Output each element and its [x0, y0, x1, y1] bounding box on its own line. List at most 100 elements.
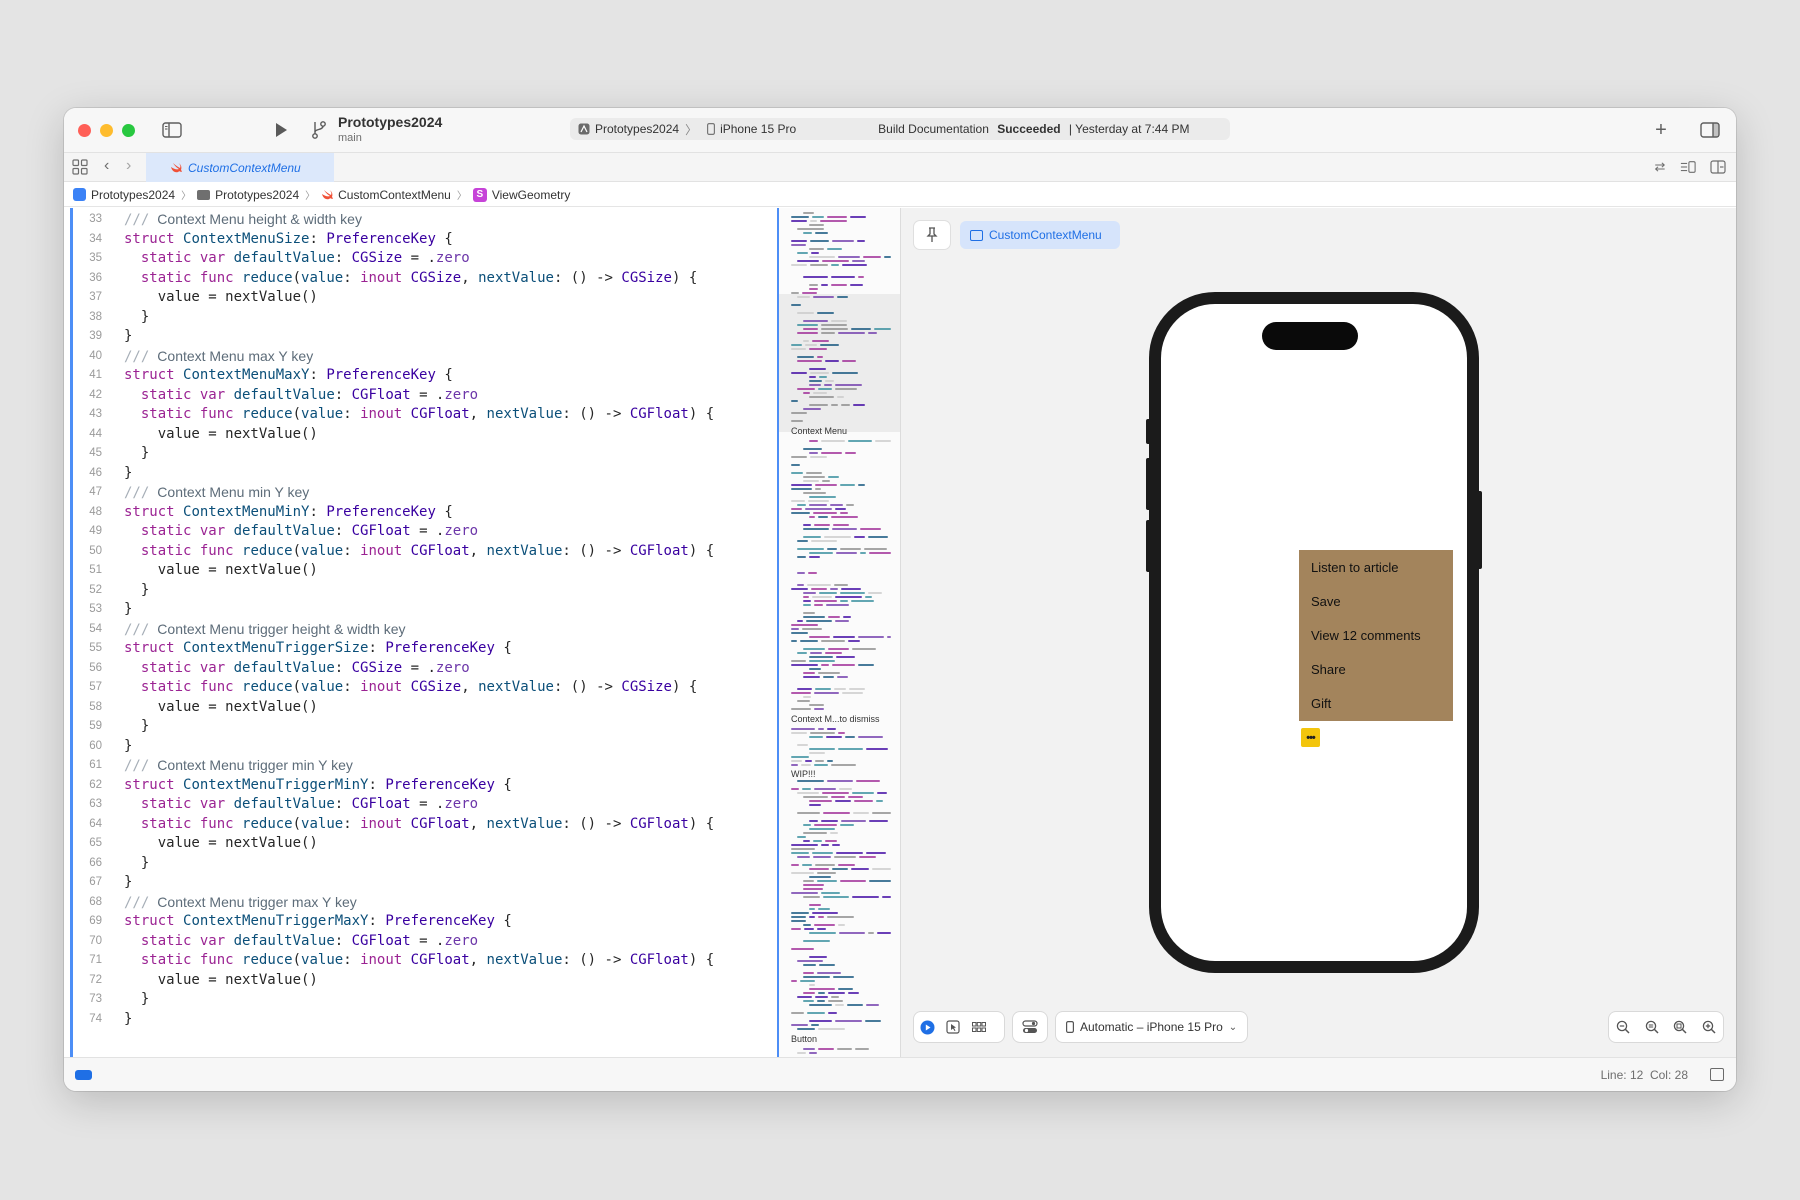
device-settings-button[interactable]	[1013, 1012, 1047, 1042]
code-line[interactable]: 68 ///Context Menu trigger max Y key	[64, 893, 777, 913]
add-editor-icon[interactable]	[1710, 159, 1726, 175]
code-line[interactable]: 33 ///Context Menu height & width key	[64, 210, 777, 230]
minimap-stroke	[803, 476, 825, 478]
variants-grid-icon[interactable]	[966, 1014, 992, 1040]
scheme-selector[interactable]: Prototypes2024	[578, 122, 679, 136]
minimap-mark-button[interactable]: Button	[791, 1034, 817, 1044]
code-line[interactable]: 56 static var defaultValue: CGSize = .ze…	[64, 659, 777, 679]
breadcrumb-item-symbol[interactable]: S ViewGeometry	[472, 187, 570, 202]
code-line[interactable]: 64 static func reduce(value: inout CGFlo…	[64, 815, 777, 835]
minimize-window-button[interactable]	[100, 124, 113, 137]
forward-chevron-icon[interactable]: ›	[126, 157, 131, 175]
minimap-stroke	[818, 728, 824, 730]
breadcrumb-item-file[interactable]: CustomContextMenu	[321, 188, 451, 202]
code-line[interactable]: 50 static func reduce(value: inout CGFlo…	[64, 542, 777, 562]
minimap-stroke	[791, 632, 808, 634]
code-line[interactable]: 67}	[64, 873, 777, 893]
code-line[interactable]: 39}	[64, 327, 777, 347]
code-line[interactable]: 52 }	[64, 581, 777, 601]
preview-selector[interactable]: CustomContextMenu	[960, 221, 1120, 249]
zoom-window-button[interactable]	[122, 124, 135, 137]
zoom-to-fit-icon[interactable]	[1667, 1014, 1693, 1040]
project-name[interactable]: Prototypes2024	[338, 114, 442, 130]
minimap[interactable]: Context Menu Context M...to dismiss WIP!…	[779, 208, 901, 1057]
code-line[interactable]: 47 ///Context Menu min Y key	[64, 483, 777, 503]
code-line[interactable]: 74}	[64, 1010, 777, 1030]
code-line[interactable]: 36 static func reduce(value: inout CGSiz…	[64, 269, 777, 289]
close-window-button[interactable]	[78, 124, 91, 137]
code-line[interactable]: 38 }	[64, 308, 777, 328]
back-chevron-icon[interactable]: ‹	[104, 157, 109, 175]
code-line[interactable]: 57 static func reduce(value: inout CGSiz…	[64, 678, 777, 698]
swap-arrows-icon[interactable]: ⇄	[1652, 159, 1668, 175]
live-preview-icon[interactable]	[914, 1014, 940, 1040]
code-line[interactable]: 49 static var defaultValue: CGFloat = .z…	[64, 522, 777, 542]
context-menu-item-listen[interactable]: Listen to article	[1311, 560, 1398, 575]
debug-area-toggle-icon[interactable]	[1710, 1068, 1724, 1081]
preview-device-picker[interactable]: Automatic – iPhone 15 Pro ⌄	[1056, 1012, 1248, 1042]
context-menu-item-gift[interactable]: Gift	[1311, 696, 1331, 711]
code-line[interactable]: 60}	[64, 737, 777, 757]
minimap-stroke	[797, 228, 824, 230]
zoom-out-icon[interactable]	[1610, 1014, 1636, 1040]
code-line[interactable]: 55 struct ContextMenuTriggerSize: Prefere…	[64, 639, 777, 659]
branch-icon[interactable]	[308, 118, 330, 142]
code-line[interactable]: 41 struct ContextMenuMaxY: PreferenceKey …	[64, 366, 777, 386]
selectable-mode-icon[interactable]	[940, 1014, 966, 1040]
context-menu-item-comments[interactable]: View 12 comments	[1311, 628, 1421, 643]
grid-icon[interactable]	[72, 159, 88, 175]
code-line[interactable]: 59 }	[64, 717, 777, 737]
inspector-toggle-icon[interactable]	[1698, 118, 1722, 142]
code-line[interactable]: 63 static var defaultValue: CGFloat = .z…	[64, 795, 777, 815]
source-editor[interactable]: 33 ///Context Menu height & width key 34 st…	[64, 208, 777, 1057]
code-line[interactable]: 42 static var defaultValue: CGFloat = .z…	[64, 386, 777, 406]
navigator-toggle-icon[interactable]	[160, 118, 184, 142]
code-line[interactable]: 37 value = nextValue()	[64, 288, 777, 308]
minimap-stroke	[812, 216, 824, 218]
code-line[interactable]: 71 static func reduce(value: inout CGFlo…	[64, 951, 777, 971]
tab-customcontextmenu[interactable]: CustomContextMenu	[146, 153, 334, 182]
code-line[interactable]: 70 static var defaultValue: CGFloat = .z…	[64, 932, 777, 952]
editor-options-icon[interactable]	[1680, 159, 1696, 175]
minimap-stroke	[812, 912, 838, 914]
code-line[interactable]: 69 struct ContextMenuTriggerMaxY: Prefere…	[64, 912, 777, 932]
context-menu-trigger-button[interactable]: •••	[1301, 728, 1320, 747]
zoom-in-icon[interactable]	[1696, 1014, 1722, 1040]
code-line[interactable]: 53}	[64, 600, 777, 620]
minimap-mark-dismiss[interactable]: Context M...to dismiss	[791, 714, 880, 724]
code-line[interactable]: 66 }	[64, 854, 777, 874]
code-line[interactable]: 73 }	[64, 990, 777, 1010]
run-destination-selector[interactable]: iPhone 15 Pro	[707, 122, 796, 136]
context-menu-item-save[interactable]: Save	[1311, 594, 1341, 609]
code-line[interactable]: 61 ///Context Menu trigger min Y key	[64, 756, 777, 776]
code-line[interactable]: 62 struct ContextMenuTriggerMinY: Prefere…	[64, 776, 777, 796]
line-number: 61	[89, 759, 102, 771]
phone-screen[interactable]: Listen to article Save View 12 comments …	[1161, 304, 1467, 961]
code-line[interactable]: 44 value = nextValue()	[64, 425, 777, 445]
minimap-stroke	[821, 820, 838, 822]
context-menu-item-share[interactable]: Share	[1311, 662, 1346, 677]
add-library-button[interactable]: +	[1650, 118, 1672, 142]
code-line[interactable]: 40 ///Context Menu max Y key	[64, 347, 777, 367]
status-indicator-icon[interactable]	[75, 1070, 92, 1080]
code-line[interactable]: 43 static func reduce(value: inout CGFlo…	[64, 405, 777, 425]
minimap-stroke	[831, 264, 839, 266]
code-line[interactable]: 46}	[64, 464, 777, 484]
code-line[interactable]: 54 ///Context Menu trigger height & width…	[64, 620, 777, 640]
run-icon[interactable]	[269, 118, 293, 142]
code-line[interactable]: 34 struct ContextMenuSize: PreferenceKey …	[64, 230, 777, 250]
minimap-stroke	[791, 508, 802, 510]
code-line[interactable]: 45 }	[64, 444, 777, 464]
breadcrumb-item-folder[interactable]: Prototypes2024	[197, 188, 299, 202]
breadcrumb-item-project[interactable]: Prototypes2024	[73, 188, 175, 202]
code-line[interactable]: 72 value = nextValue()	[64, 971, 777, 991]
minimap-mark-wip[interactable]: WIP!!!	[791, 769, 816, 779]
minimap-mark-context-menu[interactable]: Context Menu	[791, 426, 847, 436]
pin-icon[interactable]	[914, 221, 950, 249]
code-line[interactable]: 65 value = nextValue()	[64, 834, 777, 854]
code-line[interactable]: 48 struct ContextMenuMinY: PreferenceKey …	[64, 503, 777, 523]
zoom-actual-size-icon[interactable]	[1639, 1014, 1665, 1040]
code-line[interactable]: 51 value = nextValue()	[64, 561, 777, 581]
code-line[interactable]: 58 value = nextValue()	[64, 698, 777, 718]
code-line[interactable]: 35 static var defaultValue: CGSize = .ze…	[64, 249, 777, 269]
